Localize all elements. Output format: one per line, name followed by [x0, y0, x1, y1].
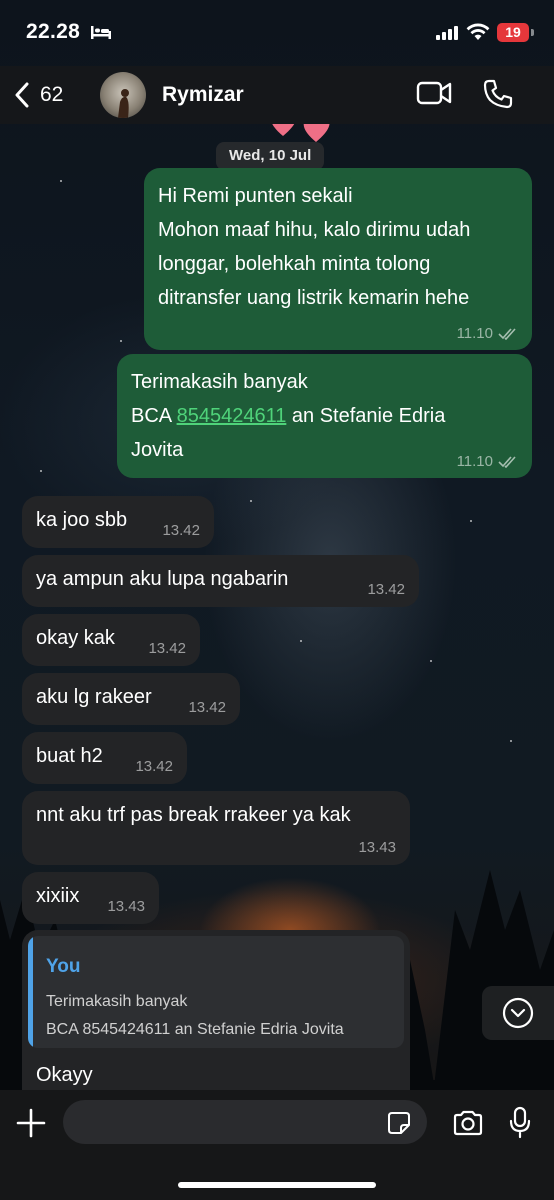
message-time: 11.10	[456, 325, 493, 342]
reply-message[interactable]: You Terimakasih banyak BCA 8545424611 an…	[22, 930, 410, 1090]
message-line: Terimakasih banyak	[131, 371, 308, 393]
quoted-message[interactable]: You Terimakasih banyak BCA 8545424611 an…	[28, 936, 404, 1048]
quote-accent-bar	[28, 936, 33, 1048]
double-check-icon	[498, 328, 516, 340]
message-input[interactable]	[63, 1100, 427, 1144]
message-time: 13.43	[358, 1080, 396, 1090]
quote-text-line: Terimakasih banyak	[46, 993, 188, 1010]
status-time: 22.28	[26, 20, 81, 43]
message-time: 13.42	[188, 699, 226, 716]
voice-call-button[interactable]	[482, 78, 514, 115]
status-bar: 22.28 19	[0, 0, 554, 66]
incoming-message[interactable]: okay kak 13.42	[22, 614, 200, 666]
message-text: ya ampun aku lupa ngabarin	[36, 568, 289, 590]
date-separator: Wed, 10 Jul	[216, 142, 325, 170]
back-button[interactable]: 62	[14, 78, 63, 112]
message-time: 13.43	[358, 839, 396, 856]
battery-nub	[531, 29, 534, 36]
message-time: 13.42	[162, 522, 200, 539]
message-time: 13.42	[367, 581, 405, 598]
quote-author: You	[46, 956, 81, 977]
account-suffix: an Stefanie Edria	[286, 405, 446, 427]
message-meta: 11.10	[457, 325, 518, 343]
chevron-down-circle-icon	[502, 997, 534, 1029]
outgoing-message[interactable]: Hi Remi punten sekali Mohon maaf hihu, k…	[144, 168, 532, 350]
double-check-icon	[498, 456, 516, 468]
message-text: Hi Remi punten sekali Mohon maaf hihu, k…	[158, 185, 471, 309]
incoming-message[interactable]: buat h2 13.42	[22, 732, 187, 784]
message-time: 13.42	[148, 640, 186, 657]
message-text: Okayy	[36, 1064, 93, 1086]
message-time: 11.10	[456, 453, 493, 470]
message-time: 13.43	[107, 898, 145, 915]
camera-button[interactable]	[452, 1110, 484, 1141]
contact-name[interactable]: Rymizar	[162, 83, 244, 107]
incoming-message[interactable]: nnt aku trf pas break rrakeer ya kak 13.…	[22, 791, 410, 865]
sleep-focus-icon	[91, 26, 111, 39]
microphone-button[interactable]	[508, 1106, 532, 1145]
avatar[interactable]	[100, 72, 146, 118]
home-indicator[interactable]	[178, 1182, 376, 1188]
composer-bar	[0, 1090, 554, 1200]
account-prefix: BCA	[131, 405, 177, 427]
video-camera-icon	[416, 81, 452, 105]
avatar-figure	[118, 89, 129, 118]
cellular-signal-icon	[436, 26, 458, 40]
incoming-message[interactable]: ya ampun aku lupa ngabarin 13.42	[22, 555, 419, 607]
incoming-message[interactable]: aku lg rakeer 13.42	[22, 673, 240, 725]
message-meta: 11.10	[457, 453, 518, 471]
video-call-button[interactable]	[416, 80, 452, 111]
wifi-icon	[466, 23, 490, 40]
incoming-message[interactable]: xixiix 13.43	[22, 872, 159, 924]
incoming-message[interactable]: ka joo sbb 13.42	[22, 496, 214, 548]
unread-count: 62	[40, 83, 64, 106]
message-time: 13.42	[135, 758, 173, 775]
camera-icon	[453, 1110, 483, 1136]
message-line: BCA 8545424611 an Stefanie Edria	[131, 399, 518, 433]
message-list[interactable]: Wed, 10 Jul Hi Remi punten sekali Mohon …	[0, 124, 554, 1090]
attach-button[interactable]	[16, 1108, 46, 1143]
scroll-to-bottom-button[interactable]	[482, 986, 554, 1040]
chevron-left-icon	[15, 82, 29, 108]
microphone-icon	[509, 1106, 531, 1139]
sticker-button[interactable]	[387, 1111, 411, 1140]
message-text: nnt aku trf pas break rrakeer ya kak	[36, 804, 351, 826]
battery-level: 19	[497, 23, 529, 42]
account-number-link[interactable]: 8545424611	[177, 405, 287, 427]
sticker-icon	[388, 1112, 410, 1134]
quote-text-line: BCA 8545424611 an Stefanie Edria Jovita	[46, 1021, 344, 1038]
plus-icon	[16, 1108, 46, 1138]
chat-header: 62 Rymizar	[0, 66, 554, 124]
phone-icon	[483, 79, 513, 109]
outgoing-message[interactable]: Terimakasih banyak BCA 8545424611 an Ste…	[117, 354, 532, 478]
